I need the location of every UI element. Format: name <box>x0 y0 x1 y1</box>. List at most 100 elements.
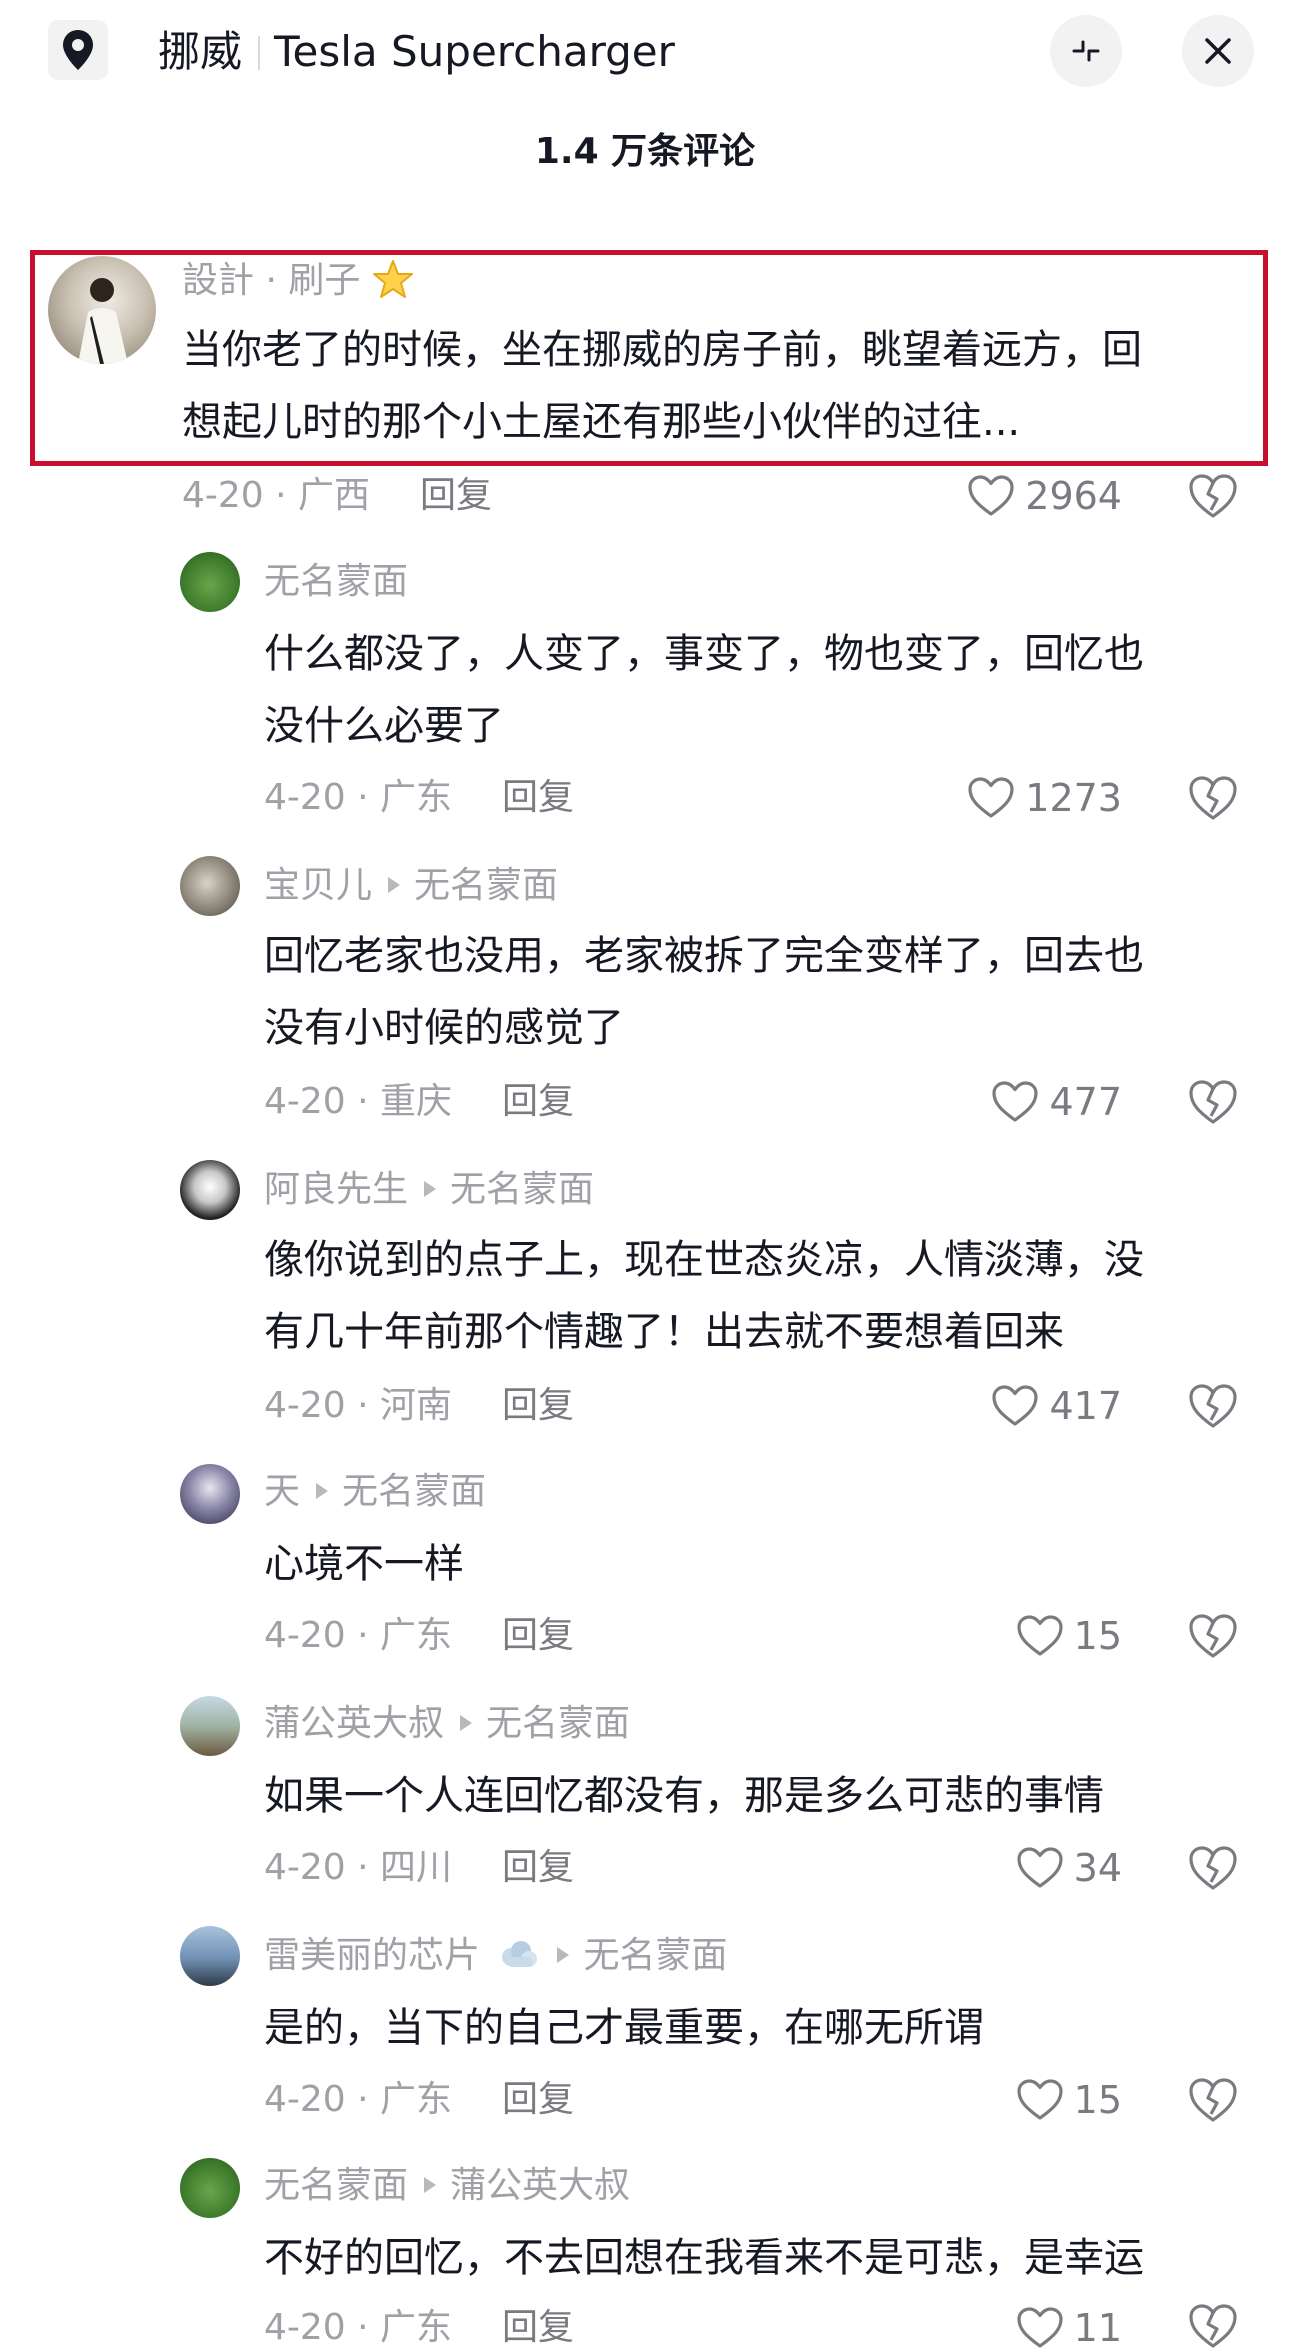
username-text: 无名蒙面 <box>264 561 409 602</box>
reply-arrow-icon <box>424 2177 437 2193</box>
reply-button[interactable]: 回复 <box>502 2307 574 2348</box>
date-location: 4-20 · 河南 <box>264 1385 453 1426</box>
avatar[interactable] <box>48 256 156 364</box>
avatar[interactable] <box>180 1464 240 1524</box>
comment-text: 回忆老家也没用，老家被拆了完全变样了，回去也 没有小时候的感觉了 <box>264 920 1244 1064</box>
username-text: 設計 · 刷子 <box>182 260 361 301</box>
like-count: 34 <box>1073 1846 1122 1890</box>
dislike-icon[interactable] <box>1188 2302 1238 2350</box>
location-button[interactable] <box>48 20 108 80</box>
reply-to-name: 无名蒙面 <box>414 865 559 906</box>
avatar[interactable] <box>180 2158 240 2218</box>
comment-meta: 4-20 · 广西 回复 <box>182 474 492 518</box>
comment-meta: 4-20 · 广东 回复 <box>264 1614 574 1658</box>
comment-text-line: 回忆老家也没用，老家被拆了完全变样了，回去也 <box>264 933 1144 979</box>
place-name: Tesla Supercharger <box>274 27 675 76</box>
avatar[interactable] <box>180 1926 240 1986</box>
username-text: 雷美丽的芯片 <box>264 1935 481 1976</box>
dislike-icon[interactable] <box>1188 1844 1238 1892</box>
comment-text-line: 没什么必要了 <box>264 703 504 749</box>
like-button[interactable]: 15 <box>900 2078 1122 2122</box>
reply-button[interactable]: 回复 <box>502 1615 574 1656</box>
comment-text: 心境不一样 <box>264 1528 1244 1600</box>
reply-button[interactable]: 回复 <box>502 1081 574 1122</box>
map-pin-icon <box>63 30 93 70</box>
like-button[interactable]: 2964 <box>900 474 1122 518</box>
dislike-icon[interactable] <box>1188 2076 1238 2124</box>
like-count: 15 <box>1073 2078 1122 2122</box>
comment-text-line: 当你老了的时候，坐在挪威的房子前，眺望着远方，回 <box>182 327 1142 373</box>
username-text: 无名蒙面 <box>264 2165 409 2206</box>
reply-to-name: 无名蒙面 <box>486 1703 631 1744</box>
like-button[interactable]: 11 <box>900 2306 1122 2350</box>
comment-username[interactable]: 蒲公英大叔 无名蒙面 <box>264 1702 630 1746</box>
avatar[interactable] <box>180 552 240 612</box>
like-count: 417 <box>1049 1384 1122 1428</box>
comment-meta: 4-20 · 四川 回复 <box>264 1846 574 1890</box>
date-location: 4-20 · 广西 <box>182 475 371 516</box>
comment-text: 不好的回忆，不去回想在我看来不是可悲，是幸运 <box>264 2222 1264 2294</box>
comment-meta: 4-20 · 河南 回复 <box>264 1384 574 1428</box>
comment-text-line: 像你说到的点子上，现在世态炎凉，人情淡薄，没 <box>264 1237 1144 1283</box>
comment-count: 1.4 万条评论 <box>534 131 756 172</box>
avatar[interactable] <box>180 1160 240 1220</box>
collapse-button[interactable] <box>1050 15 1122 87</box>
like-count: 2964 <box>1025 474 1122 518</box>
date-location: 4-20 · 广东 <box>264 2079 453 2120</box>
date-location: 4-20 · 重庆 <box>264 1081 453 1122</box>
comment-text-line: 想起儿时的那个小土屋还有那些小伙伴的过往... <box>182 399 1021 445</box>
like-button[interactable]: 15 <box>900 1614 1122 1658</box>
dislike-icon[interactable] <box>1188 1382 1238 1430</box>
location-title[interactable]: 挪威 Tesla Supercharger <box>158 26 675 78</box>
dislike-icon[interactable] <box>1188 774 1238 822</box>
comment-meta: 4-20 · 广东 回复 <box>264 2306 574 2350</box>
reply-to-name: 蒲公英大叔 <box>450 2165 631 2206</box>
comment-username[interactable]: 无名蒙面 <box>264 560 408 604</box>
comment-text-line: 不好的回忆，不去回想在我看来不是可悲，是幸运 <box>264 2235 1144 2281</box>
cloud-icon <box>502 1941 538 1967</box>
reply-button[interactable]: 回复 <box>502 1385 574 1426</box>
comment-username[interactable]: 无名蒙面 蒲公英大叔 <box>264 2164 630 2208</box>
comment-text: 什么都没了，人变了，事变了，物也变了，回忆也 没什么必要了 <box>264 618 1244 762</box>
date-location: 4-20 · 广东 <box>264 1615 453 1656</box>
like-count: 11 <box>1073 2306 1122 2350</box>
comment-meta: 4-20 · 广东 回复 <box>264 2078 574 2122</box>
dislike-icon[interactable] <box>1188 472 1238 520</box>
reply-to-name: 无名蒙面 <box>450 1169 595 1210</box>
reply-button[interactable]: 回复 <box>420 475 492 516</box>
dislike-icon[interactable] <box>1188 1612 1238 1660</box>
like-button[interactable]: 34 <box>900 1846 1122 1890</box>
reply-arrow-icon <box>424 1181 437 1197</box>
close-button[interactable] <box>1182 15 1254 87</box>
reply-arrow-icon <box>388 877 401 893</box>
like-button[interactable]: 477 <box>900 1080 1122 1124</box>
comment-text: 当你老了的时候，坐在挪威的房子前，眺望着远方，回 想起儿时的那个小土屋还有那些小… <box>182 314 1242 458</box>
username-text: 蒲公英大叔 <box>264 1703 445 1744</box>
like-count: 477 <box>1049 1080 1122 1124</box>
comment-text: 是的，当下的自己才最重要，在哪无所谓 <box>264 1992 1244 2064</box>
reply-button[interactable]: 回复 <box>502 1847 574 1888</box>
comment-username[interactable]: 阿良先生 无名蒙面 <box>264 1168 594 1212</box>
comment-username[interactable]: 雷美丽的芯片 无名蒙面 <box>264 1934 727 1978</box>
comment-username[interactable]: 天无名蒙面 <box>264 1470 486 1514</box>
like-button[interactable]: 1273 <box>900 776 1122 820</box>
avatar[interactable] <box>180 1696 240 1756</box>
collapse-icon <box>1072 40 1100 62</box>
comment-username[interactable]: 設計 · 刷子 <box>182 258 414 303</box>
dislike-icon[interactable] <box>1188 1078 1238 1126</box>
header-bar: 挪威 Tesla Supercharger <box>0 0 1290 120</box>
heart-icon <box>992 1081 1039 1122</box>
avatar[interactable] <box>180 856 240 916</box>
like-count: 15 <box>1073 1614 1122 1658</box>
comment-username[interactable]: 宝贝儿 无名蒙面 <box>264 864 558 908</box>
like-button[interactable]: 417 <box>900 1384 1122 1428</box>
heart-icon <box>1017 1847 1063 1888</box>
comment-meta: 4-20 · 广东 回复 <box>264 776 574 820</box>
reply-button[interactable]: 回复 <box>502 777 574 818</box>
comment-text-line: 有几十年前那个情趣了！出去就不要想着回来 <box>264 1309 1064 1355</box>
location-name: 挪威 <box>158 27 243 76</box>
comment-text: 像你说到的点子上，现在世态炎凉，人情淡薄，没 有几十年前那个情趣了！出去就不要想… <box>264 1224 1244 1368</box>
reply-button[interactable]: 回复 <box>502 2079 574 2120</box>
reply-arrow-icon <box>557 1947 570 1963</box>
heart-icon <box>968 777 1014 818</box>
